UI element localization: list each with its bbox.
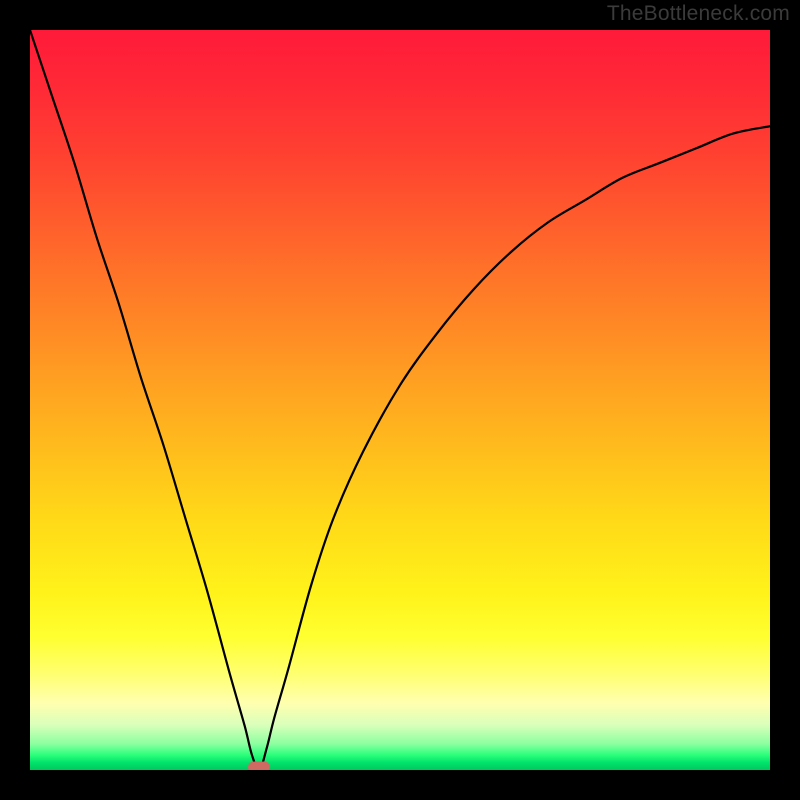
curve-path [30,30,770,770]
optimum-marker [248,762,270,771]
plot-area [30,30,770,770]
chart-frame: TheBottleneck.com [0,0,800,800]
bottleneck-curve [30,30,770,770]
attribution-watermark: TheBottleneck.com [607,2,790,26]
